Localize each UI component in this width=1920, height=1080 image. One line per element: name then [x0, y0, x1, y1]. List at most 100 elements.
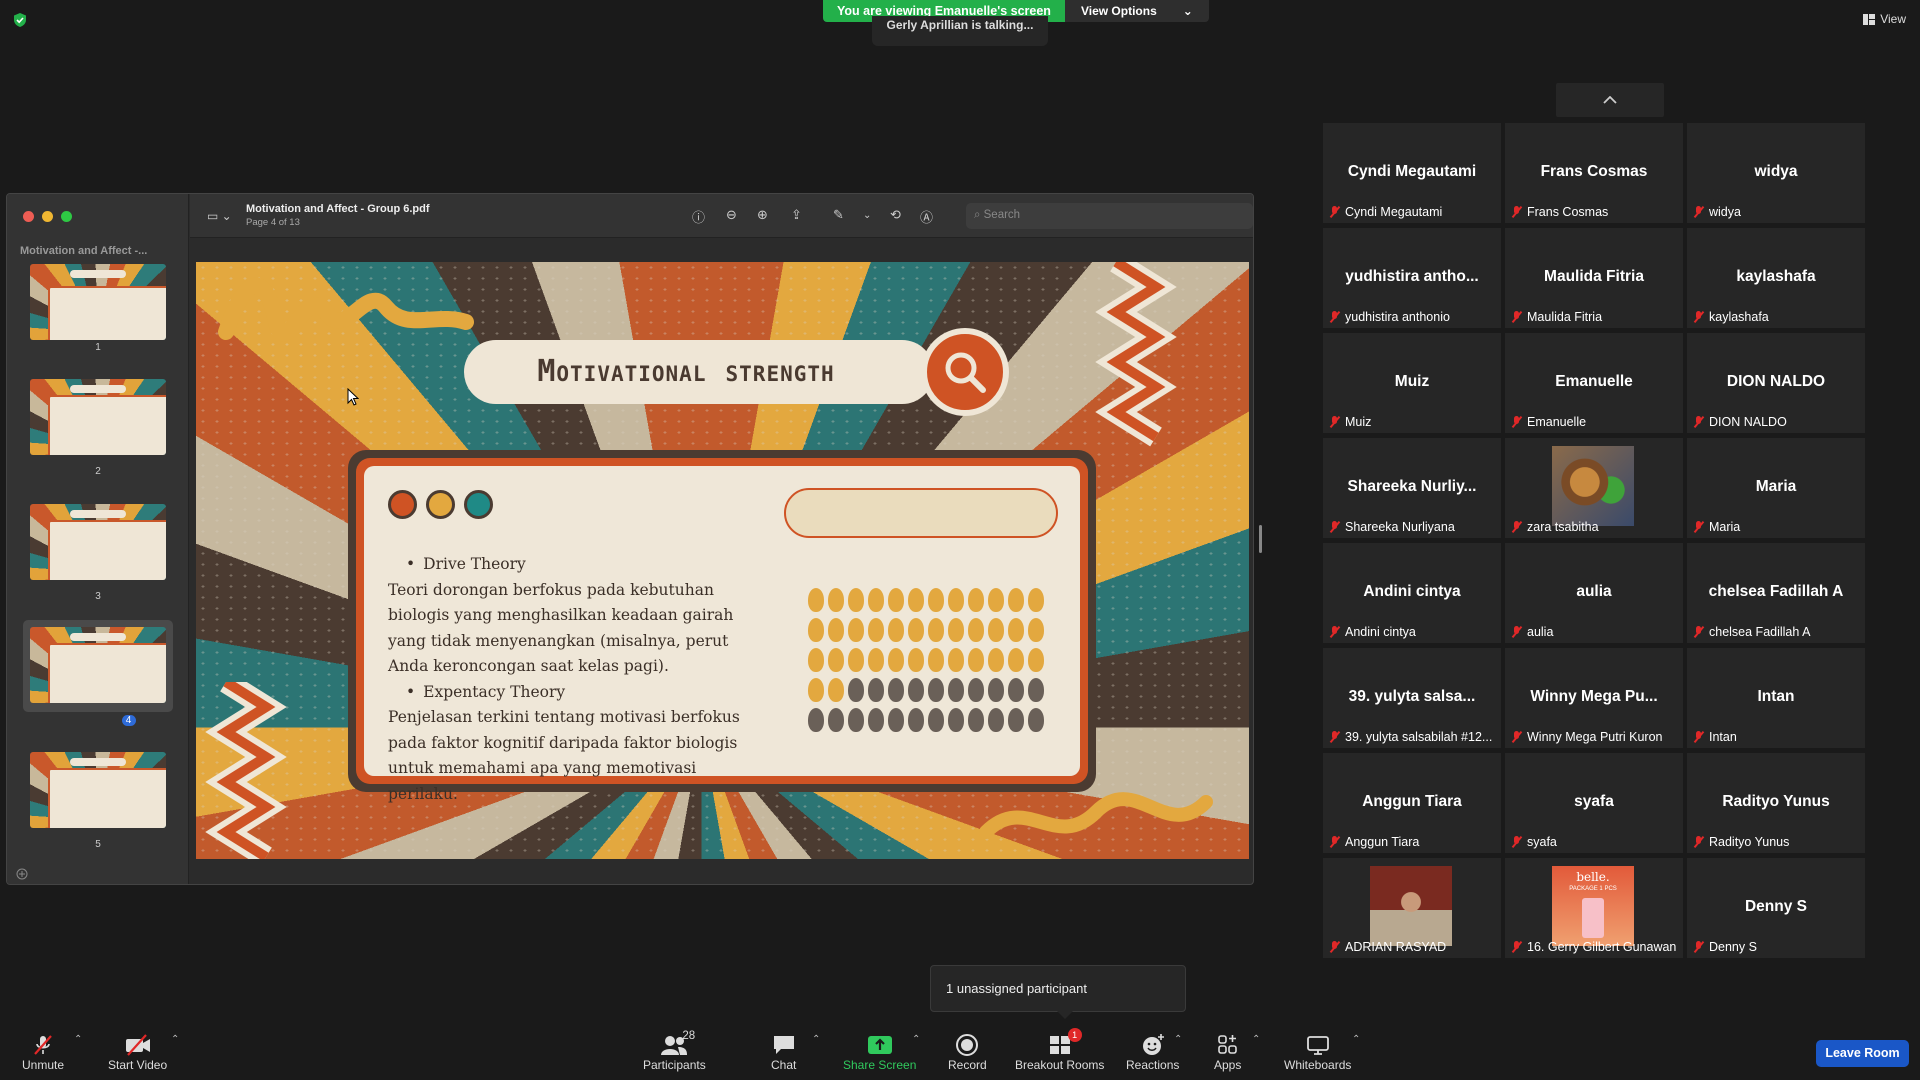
muted-mic-icon — [1511, 626, 1522, 638]
reactions-button[interactable]: Reactions — [1126, 1032, 1179, 1072]
apps-button[interactable]: Apps — [1214, 1032, 1241, 1072]
security-shield-icon[interactable] — [12, 12, 28, 28]
wheat-icon — [808, 678, 824, 702]
participant-name-text: 39. yulyta salsabilah #12... — [1345, 730, 1493, 744]
page-thumbnail-4[interactable] — [30, 627, 166, 703]
whiteboards-caret-icon[interactable]: ⌃ — [1352, 1034, 1360, 1045]
unmute-label: Unmute — [22, 1058, 65, 1072]
chat-options-caret-icon[interactable]: ⌃ — [812, 1034, 820, 1045]
whiteboards-button[interactable]: Whiteboards — [1284, 1032, 1351, 1072]
wheat-icon — [848, 648, 864, 672]
participant-name-text: kaylashafa — [1709, 310, 1769, 324]
wheat-icons-grid — [808, 588, 1044, 732]
participant-tile[interactable]: kaylashafa kaylashafa — [1687, 228, 1865, 328]
participant-tile[interactable]: widya widya — [1687, 123, 1865, 223]
wheat-icon — [868, 708, 884, 732]
view-options-button[interactable]: View Options ⌄ — [1064, 0, 1209, 22]
participant-tile[interactable]: syafa syafa — [1505, 753, 1683, 853]
view-button[interactable]: View — [1863, 12, 1906, 26]
muted-mic-icon — [1329, 941, 1340, 953]
participant-tile[interactable]: Emanuelle Emanuelle — [1505, 333, 1683, 433]
sidebar-toggle-icon[interactable]: ▭ ⌄ — [207, 209, 232, 223]
teal-dot — [464, 490, 493, 519]
share-screen-button[interactable]: Share Screen — [843, 1032, 916, 1072]
leave-room-button[interactable]: Leave Room — [1816, 1040, 1909, 1067]
participant-video-thumbnail — [1552, 446, 1634, 526]
unmute-button[interactable]: Unmute — [22, 1032, 64, 1072]
page-thumbnail-5[interactable] — [30, 752, 166, 828]
participants-button[interactable]: 28 Participants — [643, 1030, 706, 1072]
page-thumbnail-1[interactable] — [30, 264, 166, 340]
participant-tile[interactable]: Intan Intan — [1687, 648, 1865, 748]
participant-tile[interactable]: Shareeka Nurliy... Shareeka Nurliyana — [1323, 438, 1501, 538]
search-input[interactable]: ⌕ Search — [966, 203, 1253, 229]
participant-tile[interactable]: Muiz Muiz — [1323, 333, 1501, 433]
page-thumbnail-3[interactable] — [30, 504, 166, 580]
page-thumbnail-2[interactable] — [30, 379, 166, 455]
chevron-down-icon[interactable]: ⌄ — [863, 210, 871, 221]
record-button[interactable]: Record — [948, 1032, 987, 1072]
participant-tile[interactable]: zara tsabitha — [1505, 438, 1683, 538]
close-window-button[interactable] — [23, 211, 34, 222]
muted-mic-icon — [1693, 206, 1704, 218]
annotate-icon[interactable]: Ⓐ — [920, 207, 933, 226]
participant-name-text: yudhistira anthonio — [1345, 310, 1450, 324]
participant-tile[interactable]: Frans Cosmas Frans Cosmas — [1505, 123, 1683, 223]
participant-name-label: DION NALDO — [1693, 415, 1863, 429]
rotate-icon[interactable]: ⟲ — [890, 207, 901, 223]
participant-name-text: aulia — [1527, 625, 1554, 639]
decorative-zigzag — [1095, 262, 1177, 447]
markup-pen-icon[interactable]: ✎ — [833, 207, 844, 223]
participant-tile[interactable]: Anggun Tiara Anggun Tiara — [1323, 753, 1501, 853]
wheat-icon — [988, 678, 1004, 702]
wheat-icon — [908, 618, 924, 642]
start-video-button[interactable]: Start Video — [108, 1032, 167, 1072]
participant-tile[interactable]: Andini cintya Andini cintya — [1323, 543, 1501, 643]
panel-resize-handle[interactable] — [1259, 525, 1262, 553]
participant-tile[interactable]: Winny Mega Pu... Winny Mega Putri Kuron — [1505, 648, 1683, 748]
unassigned-participant-tooltip[interactable]: 1 unassigned participant — [930, 965, 1186, 1019]
zoom-out-icon[interactable]: ⊖ — [726, 207, 737, 223]
participant-tile[interactable]: chelsea Fadillah A chelsea Fadillah A — [1687, 543, 1865, 643]
muted-mic-icon — [1511, 206, 1522, 218]
wheat-icon — [808, 648, 824, 672]
breakout-rooms-button[interactable]: 1 Breakout Rooms — [1015, 1028, 1104, 1072]
audio-options-caret-icon[interactable]: ⌃ — [74, 1034, 82, 1045]
participant-display-name: Cyndi Megautami — [1347, 163, 1477, 180]
grid-view-icon — [1863, 13, 1876, 25]
participant-tile[interactable]: Maulida Fitria Maulida Fitria — [1505, 228, 1683, 328]
thumbnail-sidebar: Motivation and Affect -... 1 2 3 4 5 — [7, 194, 189, 884]
participant-tile[interactable]: yudhistira antho... yudhistira anthonio — [1323, 228, 1501, 328]
apps-caret-icon[interactable]: ⌃ — [1252, 1034, 1260, 1045]
participant-tile[interactable]: ADRIAN RASYAD — [1323, 858, 1501, 958]
participant-tile[interactable]: DION NALDO DION NALDO — [1687, 333, 1865, 433]
wheat-icon — [868, 648, 884, 672]
zoom-meeting-window: You are viewing Emanuelle's screen View … — [0, 0, 1920, 1080]
video-options-caret-icon[interactable]: ⌃ — [171, 1034, 179, 1045]
zoom-in-icon[interactable]: ⊕ — [757, 207, 768, 223]
empty-label-pill — [784, 488, 1058, 538]
zoom-window-button[interactable] — [61, 211, 72, 222]
gallery-page-up-button[interactable] — [1556, 83, 1664, 117]
share-options-caret-icon[interactable]: ⌃ — [912, 1034, 920, 1045]
add-page-icon[interactable] — [16, 868, 28, 880]
yellow-dot — [426, 490, 455, 519]
participant-tile[interactable]: belle. PACKAGE 1 PCS 16. Gerry Gilbert Gun… — [1505, 858, 1683, 958]
participant-tile[interactable]: 39. yulyta salsa... 39. yulyta salsabilah… — [1323, 648, 1501, 748]
info-icon[interactable]: ⓘ — [692, 207, 705, 226]
participant-name-label: Maria — [1693, 520, 1863, 534]
reactions-caret-icon[interactable]: ⌃ — [1174, 1034, 1182, 1045]
chat-button[interactable]: Chat — [771, 1032, 796, 1072]
participant-name-text: Radityo Yunus — [1709, 835, 1790, 849]
muted-mic-icon — [1693, 731, 1704, 743]
share-icon[interactable]: ⇪ — [791, 207, 802, 223]
muted-mic-icon — [1693, 836, 1704, 848]
muted-mic-icon — [1329, 731, 1340, 743]
participant-tile[interactable]: Cyndi Megautami Cyndi Megautami — [1323, 123, 1501, 223]
participant-tile[interactable]: Denny S Denny S — [1687, 858, 1865, 958]
participant-tile[interactable]: Maria Maria — [1687, 438, 1865, 538]
minimize-window-button[interactable] — [42, 211, 53, 222]
participant-name-text: Frans Cosmas — [1527, 205, 1609, 219]
participant-tile[interactable]: Radityo Yunus Radityo Yunus — [1687, 753, 1865, 853]
participant-tile[interactable]: aulia aulia — [1505, 543, 1683, 643]
